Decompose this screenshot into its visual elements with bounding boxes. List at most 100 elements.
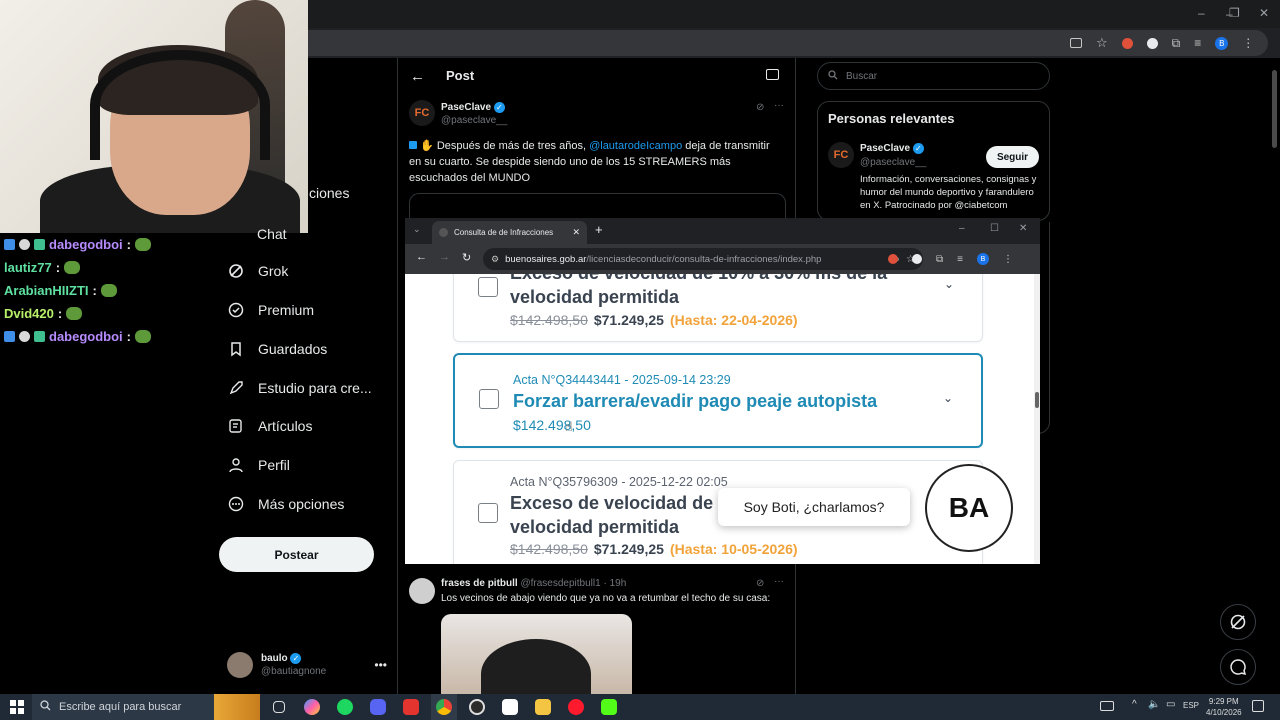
avatar <box>227 652 253 678</box>
page-scrollbar-thumb[interactable] <box>1272 70 1277 148</box>
notifications-icon[interactable] <box>1252 700 1264 712</box>
pepe-emote-icon <box>135 330 152 343</box>
popup-url-bar[interactable]: ⚙ buenosaires.gob.ar/licenciasdeconducir… <box>483 248 923 270</box>
window-close-button[interactable]: ✕ <box>1259 6 1269 20</box>
install-icon[interactable] <box>1070 38 1082 48</box>
acta-checkbox[interactable] <box>478 503 498 523</box>
more-dots-icon[interactable]: ··· <box>774 100 784 111</box>
sidebar-item-grok[interactable]: Grok <box>228 258 288 284</box>
chevron-down-icon[interactable]: ⌄ <box>943 391 953 405</box>
scrollbar-thumb[interactable] <box>1035 392 1039 408</box>
keyboard-icon[interactable] <box>1100 701 1114 711</box>
spotify-icon[interactable] <box>332 694 358 720</box>
window-restore-button[interactable]: ❐ <box>1229 6 1240 20</box>
file-explorer-icon[interactable] <box>530 694 556 720</box>
reload-icon[interactable]: ↻ <box>462 251 471 264</box>
capcut-icon[interactable] <box>497 694 523 720</box>
boti-chat-bubble[interactable]: Soy Boti, ¿charlamos? <box>718 488 910 526</box>
grok-icon[interactable]: ⊘ <box>756 102 764 113</box>
back-arrow-icon[interactable]: ← <box>410 68 425 85</box>
follow-button[interactable]: Seguir <box>986 146 1039 168</box>
avatar[interactable]: FC <box>828 142 854 168</box>
site-info-icon[interactable]: ⚙ <box>491 254 499 265</box>
sidebar-item-articulos[interactable]: Artículos <box>228 413 312 439</box>
acta-card-selected[interactable]: Acta N°Q34443441 - 2025-09-14 23:29 Forz… <box>453 353 983 448</box>
grok-fab-button[interactable] <box>1220 604 1256 640</box>
acta-checkbox[interactable] <box>479 389 499 409</box>
profile-avatar-icon[interactable]: B <box>1215 36 1229 50</box>
back-arrow-icon[interactable]: ← <box>416 251 427 263</box>
menu-icon[interactable]: ⋮ <box>1003 254 1013 265</box>
puzzle-icon[interactable]: ⧉ <box>936 254 943 265</box>
person-name[interactable]: PaseClave <box>860 143 910 154</box>
person-bio: Información, conversaciones, consignas y… <box>860 174 1037 211</box>
sidebar-item-estudio[interactable]: Estudio para cre... <box>228 375 372 401</box>
acta-card: Exceso de velocidad de 10% a 30% ms de l… <box>453 274 983 342</box>
voicemod-icon[interactable] <box>398 694 424 720</box>
grok-icon[interactable]: ⊘ <box>756 578 764 589</box>
post-author[interactable]: PaseClave <box>441 102 491 113</box>
extension-shield-icon[interactable] <box>912 254 922 264</box>
messages-fab-button[interactable] <box>1220 649 1256 685</box>
reader-icon[interactable] <box>766 69 779 80</box>
search-input[interactable]: Buscar <box>817 62 1050 90</box>
new-tab-icon[interactable]: + <box>595 222 603 237</box>
chrome-icon[interactable] <box>431 694 457 720</box>
avatar[interactable]: FC <box>409 100 435 126</box>
language-indicator[interactable]: ESP <box>1183 701 1199 710</box>
mention-link[interactable]: @lautarodeIcampo <box>589 140 682 152</box>
popup-scrollbar[interactable] <box>1034 274 1040 564</box>
discord-icon[interactable] <box>365 694 391 720</box>
puzzle-icon[interactable]: ⧉ <box>1172 36 1181 51</box>
popup-minimize-button[interactable]: – <box>959 223 965 234</box>
popup-close-button[interactable]: ✕ <box>1019 223 1027 234</box>
sidebar-item-premium[interactable]: Premium <box>228 297 314 323</box>
chat-line: Dvid420: <box>0 302 220 325</box>
extension-shield-icon[interactable] <box>1146 37 1158 49</box>
avatar[interactable] <box>409 578 435 604</box>
reply-time[interactable]: 19h <box>610 578 627 589</box>
post-handle[interactable]: @paseclave__ <box>441 115 507 126</box>
sidebar-item-perfil[interactable]: Perfil <box>228 452 290 478</box>
reply-image[interactable] <box>441 614 632 694</box>
chevron-up-icon[interactable]: ^ <box>1132 699 1137 710</box>
person-handle[interactable]: @paseclave__ <box>860 157 926 168</box>
sidebar-item-guardados[interactable]: Guardados <box>228 336 327 362</box>
media-icon[interactable]: ≡ <box>957 254 963 265</box>
network-icon[interactable]: ▭ <box>1166 699 1175 710</box>
reply-handle[interactable]: @frasesdepitbull1 <box>520 578 600 589</box>
obs-icon[interactable] <box>464 694 490 720</box>
more-dots-icon[interactable]: ··· <box>774 576 784 587</box>
menu-icon[interactable]: ⋮ <box>1242 36 1254 50</box>
star-icon[interactable]: ☆ <box>1096 35 1108 51</box>
windows-start-icon[interactable] <box>10 700 24 719</box>
close-tab-icon[interactable]: ✕ <box>572 227 580 238</box>
taskbar-search-input[interactable]: Escribe aquí para buscar <box>32 694 260 720</box>
profile-avatar-icon[interactable]: B <box>976 253 989 265</box>
more-dots-icon[interactable]: ••• <box>374 658 387 672</box>
copilot-icon[interactable] <box>299 694 325 720</box>
chevron-down-icon[interactable]: ⌄ <box>944 277 954 291</box>
opera-icon[interactable] <box>563 694 589 720</box>
boti-logo-button[interactable]: BA <box>925 464 1013 552</box>
window-minimize-button[interactable]: – <box>1198 6 1205 20</box>
volume-icon[interactable]: 🔈 <box>1148 699 1160 710</box>
forward-arrow-icon[interactable]: → <box>439 251 450 263</box>
extension-red-icon[interactable] <box>888 254 898 264</box>
account-switcher[interactable]: baulo ✓ @bautiagnone ••• <box>227 648 387 682</box>
clock[interactable]: 9:29 PM 4/10/2026 <box>1206 696 1242 718</box>
media-icon[interactable]: ≡ <box>1194 36 1201 50</box>
tab-search-icon[interactable]: ⌄ <box>413 224 421 235</box>
kick-icon[interactable] <box>596 694 622 720</box>
post-button[interactable]: Postear <box>219 537 374 572</box>
sidebar-item-mas-opciones[interactable]: Más opciones <box>228 491 344 517</box>
popup-maximize-button[interactable]: ☐ <box>990 223 999 234</box>
badge-icon <box>34 239 45 250</box>
sidebar-item-partial[interactable]: ciones <box>309 185 349 201</box>
sidebar-item-chat[interactable]: Chat <box>257 226 287 242</box>
task-view-icon[interactable] <box>266 694 292 720</box>
extension-red-icon[interactable] <box>1121 37 1133 49</box>
reply-author[interactable]: frases de pitbull <box>441 578 518 589</box>
tab-infracciones[interactable]: Consulta de de Infracciones ✕ <box>432 221 587 244</box>
acta-checkbox[interactable] <box>478 277 498 297</box>
